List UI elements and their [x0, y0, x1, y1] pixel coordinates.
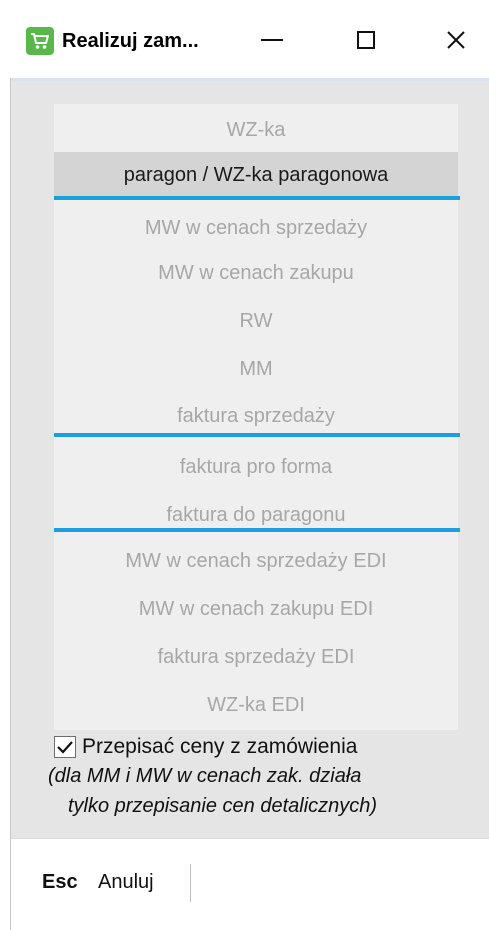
minimize-icon — [261, 39, 283, 41]
list-item-wz[interactable]: WZ-ka — [54, 107, 458, 153]
maximize-icon — [357, 31, 375, 49]
close-button[interactable] — [426, 18, 486, 62]
list-item-wz-edi[interactable]: WZ-ka EDI — [54, 682, 458, 728]
list-item-faktura-pro-forma[interactable]: faktura pro forma — [54, 444, 458, 490]
copy-prices-note: tylko przepisanie cen detalicznych) — [68, 795, 378, 817]
list-item-mw-zakupu[interactable]: MW w cenach zakupu — [54, 250, 458, 296]
window-title: Realizuj zam... — [62, 30, 199, 52]
copy-prices-option[interactable]: Przepisać ceny z zamówienia — [54, 733, 357, 761]
list-item-rw[interactable]: RW — [54, 298, 458, 344]
minimize-button[interactable] — [242, 18, 302, 62]
footer-divider — [190, 864, 191, 902]
list-separator — [54, 528, 460, 532]
copy-prices-label: Przepisać ceny z zamówienia — [82, 735, 358, 758]
copy-prices-checkbox[interactable] — [54, 736, 76, 758]
list-item-mw-sprzedazy-edi[interactable]: MW w cenach sprzedaży EDI — [54, 538, 458, 584]
maximize-button[interactable] — [336, 18, 396, 62]
cancel-button[interactable]: Anuluj — [98, 871, 154, 894]
close-icon — [447, 31, 465, 49]
list-item-paragon[interactable]: paragon / WZ-ka paragonowa — [54, 152, 458, 198]
list-item-mm[interactable]: MM — [54, 346, 458, 392]
checkmark-icon — [57, 741, 73, 754]
footer-bar — [11, 838, 489, 930]
titlebar-accent — [11, 78, 489, 81]
shopping-cart-icon — [26, 27, 54, 55]
copy-prices-note: (dla MM i MW w cenach zak. działa — [48, 765, 362, 787]
list-item-faktura-sprzedazy-edi[interactable]: faktura sprzedaży EDI — [54, 634, 458, 680]
list-item-mw-zakupu-edi[interactable]: MW w cenach zakupu EDI — [54, 586, 458, 632]
list-item-mw-sprzedazy[interactable]: MW w cenach sprzedaży — [54, 205, 458, 251]
dialog-window: Realizuj zam... WZ-ka paragon / WZ-ka pa… — [0, 0, 489, 930]
window-edge — [0, 78, 11, 930]
title-bar[interactable]: Realizuj zam... — [0, 0, 489, 78]
esc-shortcut-key: Esc — [42, 871, 78, 893]
list-separator — [54, 433, 460, 437]
list-separator — [54, 196, 460, 200]
